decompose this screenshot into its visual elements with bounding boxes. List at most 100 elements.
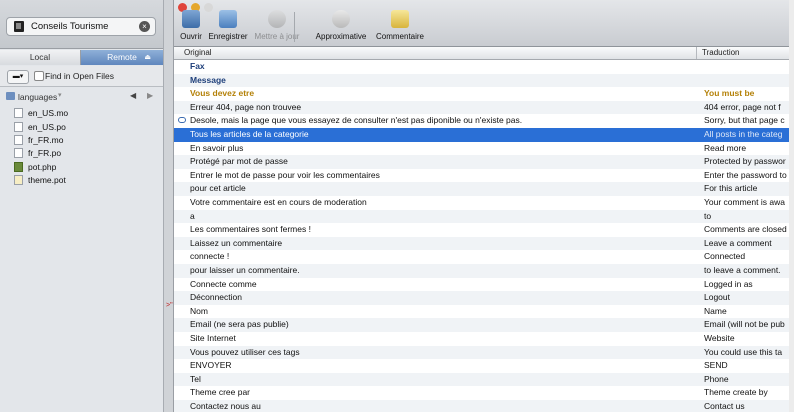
tab-local-label: Local [29,52,51,62]
original-text: Entrer le mot de passe pour voir les com… [190,169,380,180]
close-icon[interactable]: × [139,21,150,32]
window-edge [789,0,794,412]
translation-text: All posts in the categ [704,129,783,139]
translation-text: Logout [704,292,730,303]
original-text: En savoir plus [190,142,244,153]
table-row[interactable]: Laissez un commentaire Leave a comment [174,236,794,251]
table-row[interactable]: ENVOYER SEND [174,359,794,373]
fuzzy-button[interactable]: Approximative [310,10,372,44]
path-bar: languages ▾ ◀ ▶ [0,89,163,105]
translation-text: Theme create by [704,387,768,398]
table-row[interactable]: Protégé par mot de passe Protected by pas… [174,155,794,169]
translation-text: Enter the password to [704,169,787,180]
collapse-arrow-icon[interactable]: >" [166,302,173,309]
table-row[interactable]: Site Internet Website [174,332,794,346]
table-row[interactable]: Message [174,73,794,88]
original-text: Votre commentaire est en cours de modera… [190,197,367,207]
back-arrow-icon[interactable]: ◀ [130,91,136,100]
table-row[interactable]: Fax [174,60,794,74]
original-text: Tous les articles de la categorie [190,129,309,139]
table-row[interactable]: Erreur 404, page non trouvee 404 error, p… [174,100,794,115]
original-text: Site Internet [190,333,236,343]
file-item[interactable]: fr_FR.po [14,147,154,160]
translation-text: Name [704,305,727,316]
eject-icon[interactable]: ⏏ [144,50,151,65]
folder-menu-button[interactable]: ▬▾ [7,70,29,84]
translation-text: Connected [704,251,746,262]
table-row[interactable]: Vous pouvez utiliser ces tags You could u… [174,345,794,360]
table-header: Original Traduction [174,47,794,60]
file-name: fr_FR.po [28,148,62,158]
table-row[interactable]: a to [174,209,794,224]
column-divider[interactable] [696,47,697,59]
file-name: en_US.po [28,122,66,132]
file-icon [14,148,23,158]
open-label: Ouvrir [180,32,202,41]
translation-text: Protected by passwor [704,156,786,167]
translation-text: Leave a comment [704,237,772,248]
translation-text: Website [704,333,735,343]
translation-text: Your comment is awa [704,197,785,207]
comment-button[interactable]: Commentaire [373,10,427,44]
table-row[interactable]: Les commentaires sont fermes ! Comments a… [174,223,794,237]
table-row[interactable]: Déconnection Logout [174,291,794,305]
column-header-translation[interactable]: Traduction [702,48,740,57]
column-header-original[interactable]: Original [184,48,212,57]
find-in-open-files-label: Find in Open Files [45,71,114,81]
original-text: pour laisser un commentaire. [190,265,300,275]
file-browser-pane: Conseils Tourisme × Local Remote ⏏ ▬▾ Fin… [0,0,164,412]
path-folder-name[interactable]: languages [18,92,57,102]
table-row[interactable]: Tel Phone [174,372,794,387]
table-row[interactable]: connecte ! Connected [174,250,794,264]
original-text: Nom [190,305,208,316]
save-button[interactable]: Enregistrer [206,10,250,44]
translation-text: Contact us [704,401,745,411]
main-toolbar: Ouvrir Enregistrer Mettre à jour Approxi… [174,0,794,47]
edit-note-icon [391,10,409,28]
project-selector[interactable]: Conseils Tourisme × [6,17,156,36]
tab-remote[interactable]: Remote ⏏ [81,50,163,65]
original-text: Laissez un commentaire [190,237,283,248]
original-text: Contactez nous au [190,401,261,411]
table-row[interactable]: Connecte comme Logged in as [174,278,794,292]
find-in-open-files-checkbox[interactable] [34,71,44,81]
file-item[interactable]: en_US.mo [14,107,154,120]
file-icon [14,135,23,145]
file-item[interactable]: pot.php [14,161,154,174]
table-row[interactable]: Tous les articles de la categorie All pos… [174,128,794,142]
table-row[interactable]: En savoir plus Read more [174,142,794,156]
table-row[interactable]: Desole, mais la page que vous essayez de… [174,114,794,128]
table-row[interactable]: Theme cree par Theme create by [174,386,794,400]
file-item[interactable]: en_US.po [14,121,154,134]
original-text: Tel [190,373,201,384]
file-item[interactable]: theme.pot [14,174,154,187]
original-text: Email (ne sera pas publie) [190,319,289,330]
tab-local[interactable]: Local [0,50,81,65]
table-row[interactable]: pour laisser un commentaire. to leave a c… [174,264,794,278]
table-row[interactable]: Entrer le mot de passe pour voir les com… [174,169,794,183]
table-row[interactable]: Votre commentaire est en cours de modera… [174,196,794,210]
cloud-icon [332,10,350,28]
translation-text: Sorry, but that page c [704,115,785,126]
original-text: Vous pouvez utiliser ces tags [190,346,300,357]
open-button[interactable]: Ouvrir [176,10,206,44]
chevron-down-icon[interactable]: ▾ [58,91,62,99]
original-text: a [190,210,195,221]
tab-remote-label: Remote [107,52,137,62]
table-row[interactable]: pour cet article For this article [174,182,794,196]
table-row[interactable]: Vous devez etre You must be [174,87,794,101]
original-text: pour cet article [190,183,246,194]
forward-arrow-icon[interactable]: ▶ [147,91,153,100]
file-item[interactable]: fr_FR.mo [14,134,154,147]
pane-splitter[interactable] [164,0,174,412]
table-row[interactable]: Nom Name [174,305,794,319]
translation-text: SEND [704,360,728,371]
original-text: ENVOYER [190,360,232,371]
project-icon [14,21,24,32]
save-label: Enregistrer [208,32,248,41]
table-row[interactable]: Contactez nous au Contact us [174,400,794,412]
table-row[interactable]: Email (ne sera pas publie) Email (will no… [174,318,794,332]
file-name: theme.pot [28,175,66,185]
original-text: Protégé par mot de passe [190,156,288,167]
original-text: Message [190,74,226,85]
